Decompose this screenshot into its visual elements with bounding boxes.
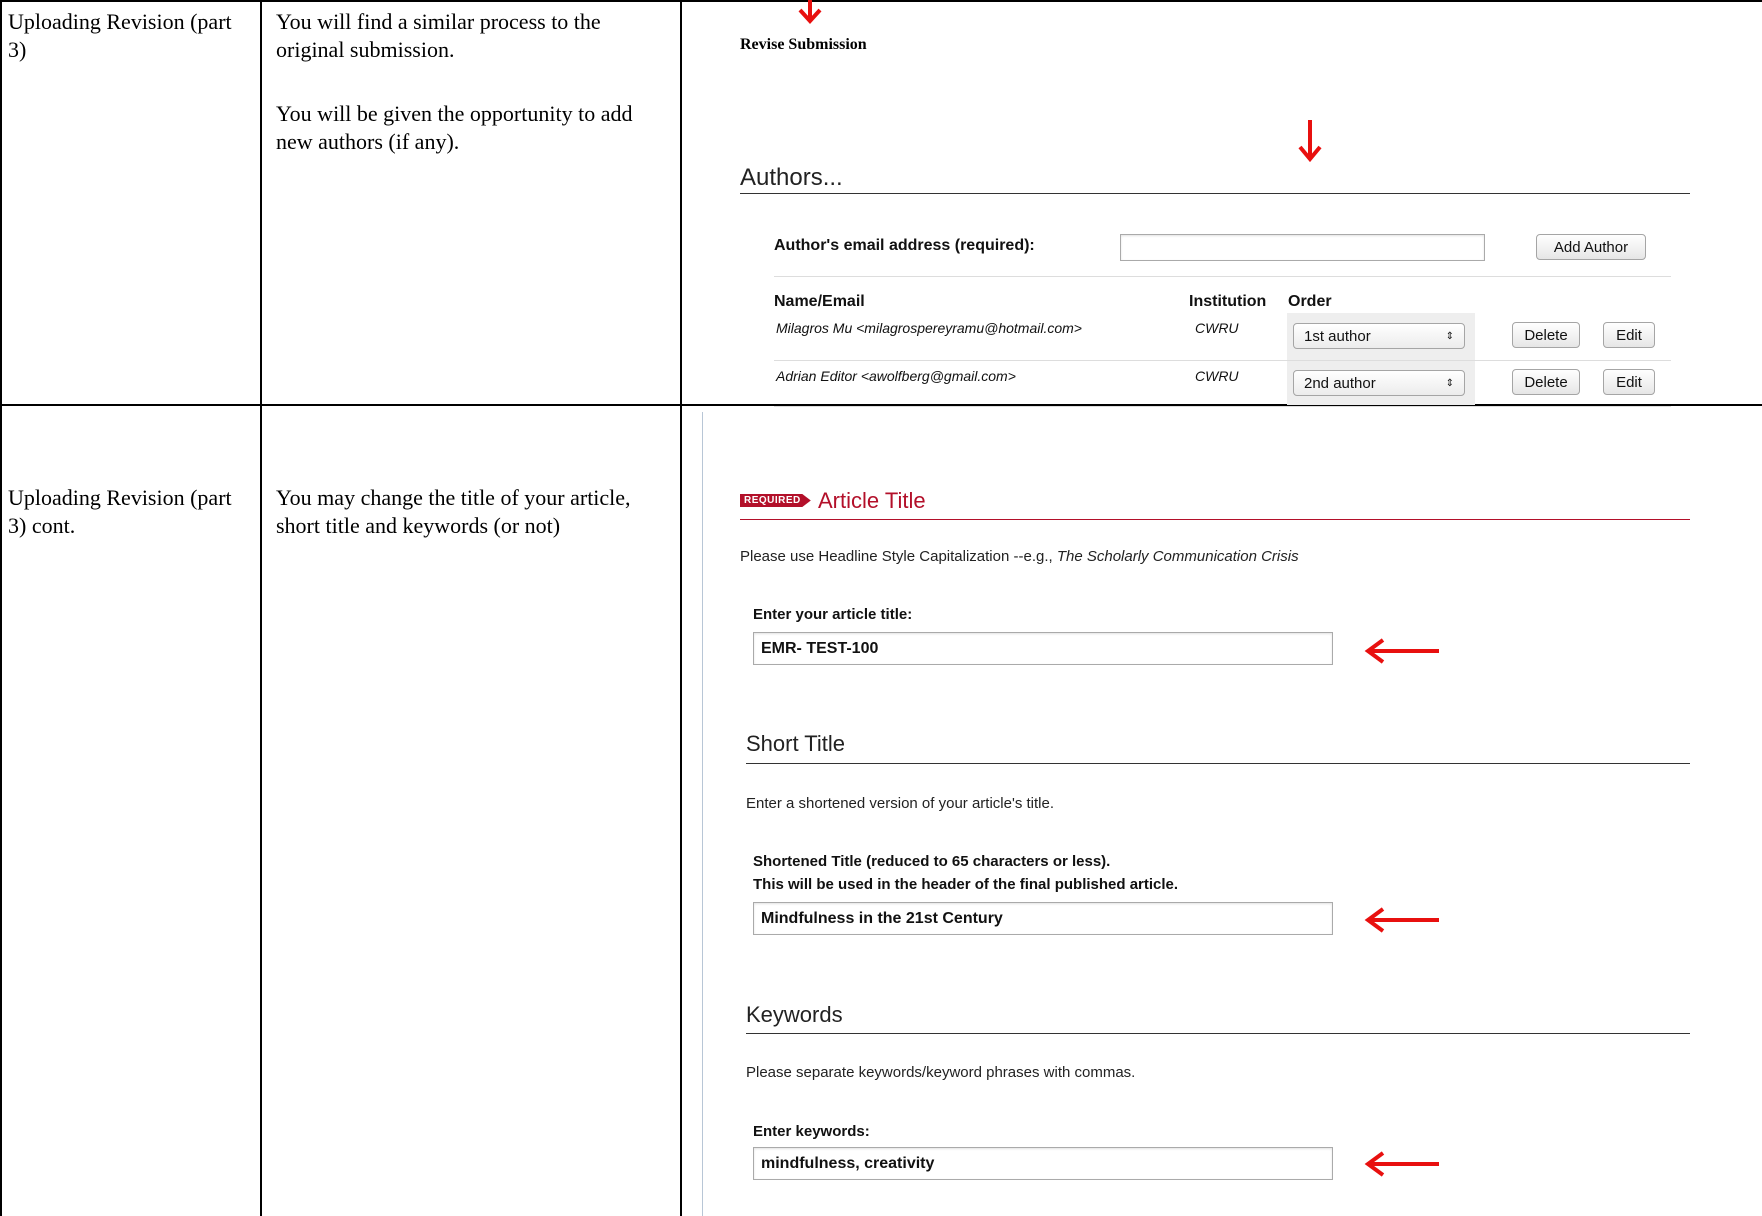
author-order-select[interactable]: 1st author ⇕ bbox=[1293, 323, 1465, 349]
article-title-heading: Article Title bbox=[818, 488, 926, 513]
author-email-label: Author's email address (required): bbox=[774, 237, 1035, 254]
author-institution: CWRU bbox=[1195, 368, 1239, 384]
table-col-divider-1 bbox=[260, 0, 262, 1216]
down-arrow-icon bbox=[1298, 120, 1322, 162]
row1-description-p2: You will be given the opportunity to add… bbox=[276, 101, 633, 154]
left-arrow-icon bbox=[1364, 638, 1439, 664]
edit-author-button[interactable]: Edit bbox=[1603, 369, 1655, 395]
left-arrow-icon bbox=[1364, 1151, 1439, 1177]
keywords-heading: Keywords bbox=[746, 1002, 843, 1027]
author-email-input[interactable] bbox=[1120, 234, 1485, 261]
add-author-button[interactable]: Add Author bbox=[1536, 234, 1646, 260]
column-name-email: Name/Email bbox=[774, 293, 865, 310]
article-title-help: Please use Headline Style Capitalization… bbox=[740, 548, 1299, 565]
author-row-sep bbox=[774, 406, 1671, 407]
short-title-label-2: This will be used in the header of the f… bbox=[753, 876, 1179, 893]
select-updown-icon: ⇕ bbox=[1445, 330, 1454, 342]
keywords-help: Please separate keywords/keyword phrases… bbox=[746, 1064, 1136, 1081]
author-row-sep bbox=[774, 360, 1671, 361]
author-order-value: 2nd author bbox=[1304, 374, 1376, 392]
table-left-border bbox=[0, 0, 2, 1216]
keywords-label: Enter keywords: bbox=[753, 1123, 870, 1140]
column-order: Order bbox=[1288, 293, 1332, 310]
row2-step: Uploading Revision (part 3) cont. bbox=[8, 485, 232, 538]
table-top-border bbox=[0, 0, 1762, 2]
author-name-email: Adrian Editor <awolfberg@gmail.com> bbox=[776, 368, 1016, 384]
screenshot-frame-edge bbox=[702, 412, 703, 1216]
revise-submission-title: Revise Submission bbox=[740, 36, 867, 53]
short-title-heading: Short Title bbox=[746, 731, 846, 756]
edit-author-button[interactable]: Edit bbox=[1603, 322, 1655, 348]
author-order-select[interactable]: 2nd author ⇕ bbox=[1293, 370, 1465, 396]
row1-step: Uploading Revision (part 3) bbox=[8, 9, 232, 62]
article-title-input[interactable] bbox=[753, 632, 1333, 665]
table-col-divider-2 bbox=[680, 0, 682, 1216]
author-order-value: 1st author bbox=[1304, 327, 1371, 345]
down-arrow-icon bbox=[798, 0, 822, 24]
authors-heading: Authors... bbox=[740, 164, 843, 191]
article-title-label: Enter your article title: bbox=[753, 606, 913, 623]
delete-author-button[interactable]: Delete bbox=[1512, 369, 1580, 395]
author-institution: CWRU bbox=[1195, 320, 1239, 336]
authors-rule bbox=[740, 193, 1690, 194]
row1-description-p1: You will find a similar process to the o… bbox=[276, 9, 601, 62]
short-title-label-1: Shortened Title (reduced to 65 character… bbox=[753, 853, 1111, 870]
short-title-input[interactable] bbox=[753, 902, 1333, 935]
short-title-rule bbox=[746, 763, 1690, 764]
author-name-email: Milagros Mu <milagrospereyramu@hotmail.c… bbox=[776, 320, 1082, 336]
column-institution: Institution bbox=[1189, 293, 1267, 310]
required-badge: REQUIRED bbox=[740, 494, 811, 507]
authors-header-sep bbox=[774, 276, 1671, 277]
keywords-rule bbox=[746, 1033, 1690, 1034]
article-title-rule bbox=[740, 519, 1690, 520]
row2-description: You may change the title of your article… bbox=[276, 485, 631, 538]
article-title-help-text: Please use Headline Style Capitalization… bbox=[740, 548, 1057, 565]
keywords-input[interactable] bbox=[753, 1147, 1333, 1180]
left-arrow-icon bbox=[1364, 907, 1439, 933]
select-updown-icon: ⇕ bbox=[1445, 377, 1454, 389]
delete-author-button[interactable]: Delete bbox=[1512, 322, 1580, 348]
short-title-help: Enter a shortened version of your articl… bbox=[746, 795, 1055, 812]
article-title-help-example: The Scholarly Communication Crisis bbox=[1056, 548, 1299, 565]
